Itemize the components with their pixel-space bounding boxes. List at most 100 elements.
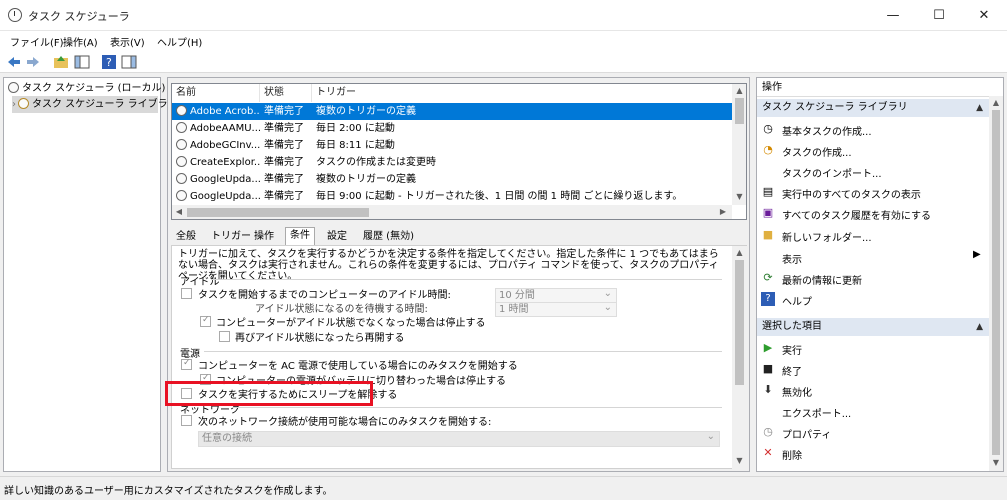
action-run[interactable]: 実行 [782, 342, 802, 357]
scroll-left-arrow-icon[interactable]: ◀ [174, 207, 184, 216]
task-clock-icon [176, 105, 187, 116]
idle-stop-checkbox[interactable] [200, 315, 211, 327]
task-list: 名前 状態 トリガー Adobe Acrob... 準備完了 複数のトリガーの定… [171, 83, 747, 220]
end-icon: ■ [762, 362, 774, 375]
table-row[interactable]: AdobeAAMU... 準備完了 毎日 2:00 に起動 [172, 120, 732, 137]
close-button[interactable]: ✕ [961, 0, 1007, 31]
task-status: 準備完了 [264, 191, 304, 202]
tree-item-local[interactable]: タスク スケジューラ (ローカル) [8, 80, 165, 97]
network-connection-select[interactable]: 任意の接続 [198, 430, 720, 447]
idle-restart-checkbox[interactable] [219, 331, 230, 342]
action-view[interactable]: 表示 [782, 251, 802, 266]
task-clock-icon [176, 122, 187, 133]
power-divider [204, 351, 722, 352]
scroll-up-arrow-icon[interactable]: ▲ [989, 98, 1003, 107]
scrollbar-thumb[interactable] [735, 98, 744, 124]
minimize-button[interactable]: — [870, 0, 916, 31]
menu-action[interactable]: 操作(A) [63, 34, 98, 49]
show-hide-console-tree-icon[interactable] [74, 54, 90, 70]
action-import-task[interactable]: タスクのインポート... [782, 165, 882, 180]
idle-duration-select[interactable]: 10 分間 [495, 287, 617, 303]
action-create-basic-task[interactable]: 基本タスクの作成... [782, 123, 872, 138]
action-create-task[interactable]: タスクの作成... [782, 144, 852, 159]
clock-icon [8, 82, 19, 93]
scrollbar-thumb[interactable] [735, 260, 744, 385]
action-export[interactable]: エクスポート... [782, 405, 851, 420]
submenu-arrow-icon[interactable]: ▶ [973, 249, 981, 260]
menu-view[interactable]: 表示(V) [110, 34, 145, 49]
tab-general[interactable]: 全般 [172, 229, 200, 245]
menu-file[interactable]: ファイル(F) [10, 34, 64, 49]
menu-help[interactable]: ヘルプ(H) [157, 34, 202, 49]
scroll-right-arrow-icon[interactable]: ▶ [718, 207, 728, 216]
action-enable-history[interactable]: すべてのタスク履歴を有効にする [782, 207, 931, 222]
section-selected-item[interactable]: 選択した項目 ▲ [757, 318, 989, 336]
network-checkbox[interactable] [181, 415, 192, 426]
basic-task-icon: ◷ [763, 122, 773, 135]
section-library[interactable]: タスク スケジューラ ライブラリ ▲ [757, 99, 989, 117]
scroll-down-arrow-icon[interactable]: ▼ [989, 458, 1003, 467]
task-clock-icon [176, 173, 187, 184]
collapse-triangle-icon[interactable]: ▲ [976, 99, 983, 117]
task-name: GoogleUpda... [190, 174, 260, 185]
table-row[interactable]: CreateExplor... 準備完了 タスクの作成または変更時 [172, 154, 732, 171]
maximize-button[interactable]: ☐ [916, 0, 962, 31]
actions-pane-title: 操作 [757, 79, 1003, 97]
column-header-trigger[interactable]: トリガー [312, 84, 732, 102]
scroll-down-arrow-icon[interactable]: ▼ [732, 192, 746, 201]
toolbar: ? [0, 51, 1007, 73]
scroll-up-arrow-icon[interactable]: ▲ [732, 248, 747, 257]
refresh-icon: ⟳ [763, 271, 773, 284]
action-delete[interactable]: 削除 [782, 447, 802, 462]
tab-conditions[interactable]: 条件 [285, 227, 315, 246]
running-tasks-icon: ▤ [762, 185, 774, 198]
collapse-triangle-icon[interactable]: ▲ [976, 318, 983, 336]
idle-wait-select[interactable]: 1 時間 [495, 301, 617, 317]
show-hide-action-pane-icon[interactable] [121, 54, 137, 70]
expand-chevron-icon[interactable]: › [12, 99, 16, 110]
action-help[interactable]: ヘルプ [782, 293, 812, 308]
column-header-status[interactable]: 状態 [260, 84, 312, 102]
power-ac-label: コンピューターを AC 電源で使用している場合にのみタスクを開始する [198, 361, 518, 372]
task-list-horizontal-scrollbar[interactable]: ◀ ▶ [172, 205, 732, 219]
table-row[interactable]: GoogleUpda... 準備完了 複数のトリガーの定義 [172, 171, 732, 188]
actions-vertical-scrollbar[interactable]: ▲ ▼ [989, 96, 1003, 471]
column-header-name[interactable]: 名前 [172, 84, 260, 102]
table-row[interactable]: AdobeGCInv... 準備完了 毎日 8:11 に起動 [172, 137, 732, 154]
folder-up-icon[interactable] [53, 54, 69, 70]
tree-item-library[interactable]: › タスク スケジューラ ライブラリ [12, 96, 178, 113]
idle-start-checkbox[interactable] [181, 288, 192, 299]
power-ac-checkbox[interactable] [181, 358, 192, 370]
section-library-label: タスク スケジューラ ライブラリ [762, 102, 908, 113]
table-row[interactable]: GoogleUpda... 準備完了 毎日 9:00 に起動 - トリガーされた… [172, 188, 732, 205]
tab-actions[interactable]: 操作 [250, 229, 278, 245]
action-refresh[interactable]: 最新の情報に更新 [782, 272, 862, 287]
details-vertical-scrollbar[interactable]: ▲ ▼ [732, 246, 747, 469]
tree-item-label: タスク スケジューラ ライブラリ [32, 99, 178, 110]
task-name: CreateExplor... [190, 157, 260, 168]
scrollbar-thumb[interactable] [187, 208, 369, 217]
task-list-vertical-scrollbar[interactable]: ▲ ▼ [732, 84, 746, 205]
forward-arrow-icon[interactable] [25, 54, 41, 70]
action-end[interactable]: 終了 [782, 363, 802, 378]
action-properties[interactable]: プロパティ [782, 426, 831, 441]
tab-triggers[interactable]: トリガー [207, 229, 255, 245]
scroll-down-arrow-icon[interactable]: ▼ [732, 456, 747, 465]
scrollbar-thumb[interactable] [992, 110, 1000, 455]
task-clock-icon [176, 156, 187, 167]
tab-settings[interactable]: 設定 [323, 229, 351, 245]
table-row[interactable]: Adobe Acrob... 準備完了 複数のトリガーの定義 [172, 103, 732, 120]
task-status: 準備完了 [264, 157, 304, 168]
action-disable[interactable]: 無効化 [782, 384, 812, 399]
task-trigger: 毎日 9:00 に起動 - トリガーされた後、1 日間 の間 1 時間 ごとに繰… [316, 191, 683, 202]
back-arrow-icon[interactable] [6, 54, 22, 70]
action-show-running-tasks[interactable]: 実行中のすべてのタスクの表示 [782, 186, 921, 201]
scroll-up-arrow-icon[interactable]: ▲ [732, 86, 746, 95]
task-trigger: 毎日 8:11 に起動 [316, 140, 395, 151]
idle-divider [212, 279, 722, 280]
tab-history[interactable]: 履歴 (無効) [359, 229, 418, 245]
help-icon[interactable]: ? [101, 54, 117, 70]
console-tree: タスク スケジューラ (ローカル) › タスク スケジューラ ライブラリ [3, 77, 178, 472]
action-new-folder[interactable]: 新しいフォルダー... [782, 229, 872, 244]
svg-text:?: ? [106, 56, 112, 69]
